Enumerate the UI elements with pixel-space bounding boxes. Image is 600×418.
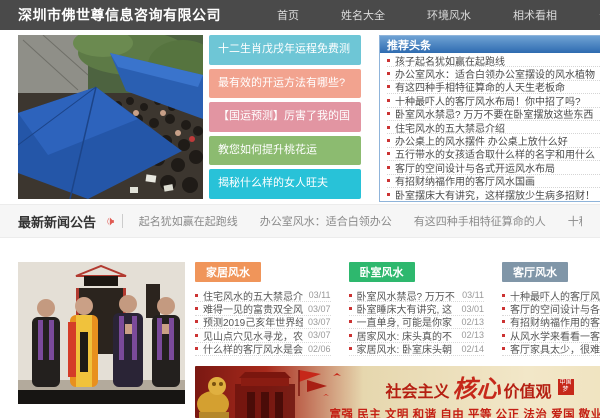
ticker-items: 起名犹如赢在起跑线 办公室风水：适合白领办公 有这四种手相特征算命的人 十种最吓… — [139, 213, 582, 229]
headlines-header: 推荐头条 更多 — [380, 36, 600, 53]
banner-title-core: 核心 — [453, 369, 501, 404]
bullet-icon — [387, 126, 390, 129]
ticker-item[interactable]: 十种最吓人的客厅风水布局 — [568, 213, 582, 229]
bullet-icon — [387, 72, 390, 75]
section-badge-livingroom[interactable]: 客厅风水 — [502, 262, 568, 282]
news-row[interactable]: 有招财纳福作用的客厅风水国画03/01 — [387, 175, 600, 188]
section-item-date: 03/11 — [309, 290, 331, 300]
headlines-title: 推荐头条 — [387, 37, 431, 53]
bullet-icon — [349, 320, 352, 323]
bottom-section: 家居风水 住宅风水的五大禁忌介03/11 难得一见的富贵双全风03/07 预测2… — [0, 262, 600, 418]
bullet-icon — [349, 294, 352, 297]
bullet-icon — [387, 99, 390, 102]
promo-box-list: 十二生肖戊戌年运程免费测 最有效的开运方法有哪些? 【国运预测】厉害了我的国 教… — [209, 35, 361, 199]
category-columns: 家居风水 住宅风水的五大禁忌介03/11 难得一见的富贵双全风03/07 预测2… — [195, 262, 600, 362]
bullet-icon — [195, 334, 198, 337]
bullet-icon — [502, 320, 505, 323]
slideshow-photo[interactable] — [18, 35, 203, 199]
headlines-panel: 推荐头条 更多 孩子起名犹如赢在起跑线03/11 办公室风水：适合白领办公室摆设… — [379, 35, 600, 202]
section-item-date: 02/14 — [461, 344, 484, 354]
bullet-icon — [195, 347, 198, 350]
promo-romance-luck[interactable]: 教您如何提升桃花运 — [209, 136, 361, 166]
nav-item-names[interactable]: 姓名大全 — [341, 7, 385, 23]
section-list: 卧室风水禁忌? 万万不03/11 卧室睡床大有讲究, 这03/01 一直单身, … — [349, 289, 485, 356]
bullet-icon — [387, 193, 390, 196]
promo-zodiac[interactable]: 十二生肖戊戌年运程免费测 — [209, 35, 361, 65]
bullet-icon — [349, 347, 352, 350]
bullet-icon — [195, 294, 198, 297]
section-item-date: 03/07 — [308, 317, 331, 327]
tiananmen-lion-art — [195, 366, 345, 418]
section-row[interactable]: 什么样的客厅风水是会 02/06 — [195, 343, 331, 356]
news-row[interactable]: 卧室摆床大有讲究，这样摆放少生病多招财！03/01 — [387, 188, 600, 201]
section-item-title[interactable]: 家居风水: 卧室床头朝 — [357, 341, 457, 356]
bullet-icon — [387, 152, 390, 155]
bullet-icon — [502, 307, 505, 310]
section-list: 十种最吓人的客厅风水03/11 客厅的空间设计与各式03/03 有招财纳福作用的… — [502, 289, 600, 356]
bullet-icon — [387, 112, 390, 115]
group-photo[interactable] — [18, 262, 185, 404]
crowd-tent-photo — [18, 35, 203, 199]
speaker-icon: 🕩 — [106, 213, 114, 229]
site-title: 深圳市佛世尊信息咨询有限公司 — [18, 5, 221, 25]
ticker-item[interactable]: 有这四种手相特征算命的人 — [414, 213, 546, 229]
bullet-icon — [387, 166, 390, 169]
news-ticker: 最新新闻公告 🕩 起名犹如赢在起跑线 办公室风水：适合白领办公 有这四种手相特征… — [0, 204, 600, 238]
ticker-item[interactable]: 起名犹如赢在起跑线 — [139, 213, 238, 229]
section-item-title[interactable]: 客厅家具太少，很难聚 — [510, 341, 600, 356]
promo-luck-methods[interactable]: 最有效的开运方法有哪些? — [209, 69, 361, 99]
section-home-fengshui: 家居风水 住宅风水的五大禁忌介03/11 难得一见的富贵双全风03/07 预测2… — [195, 262, 331, 362]
section-badge-bedroom[interactable]: 卧室风水 — [349, 262, 415, 282]
bullet-icon — [387, 179, 390, 182]
main-nav: 首页 姓名大全 环境风水 相术看相 公司简介 — [277, 7, 600, 23]
section-item-date: 03/11 — [462, 290, 484, 300]
core-values-banner[interactable]: 社会主义 核心 价值观 中国梦 富强 民主 文明 和谐 自由 平等 公正 法治 … — [195, 366, 600, 418]
section-row[interactable]: 客厅家具太少，很难聚02/08 — [502, 343, 600, 356]
headlines-list: 孩子起名犹如赢在起跑线03/11 办公室风水：适合白领办公室摆设的风水植物03/… — [380, 53, 600, 201]
bullet-icon — [502, 294, 505, 297]
ticker-item[interactable]: 办公室风水：适合白领办公 — [260, 213, 392, 229]
bullet-icon — [349, 334, 352, 337]
section-item-date: 02/13 — [461, 330, 484, 340]
news-title[interactable]: 卧室摆床大有讲究，这样摆放少生病多招财！ — [395, 187, 595, 202]
section-badge-home[interactable]: 家居风水 — [195, 262, 261, 282]
monk-group-photo — [18, 262, 185, 404]
top-content-row: 十二生肖戊戌年运程免费测 最有效的开运方法有哪些? 【国运预测】厉害了我的国 教… — [0, 30, 600, 202]
banner-title: 社会主义 核心 价值观 中国梦 — [330, 369, 600, 404]
top-navbar: 深圳市佛世尊信息咨询有限公司 首页 姓名大全 环境风水 相术看相 公司简介 — [0, 0, 600, 30]
section-bedroom-fengshui: 卧室风水 卧室风水禁忌? 万万不03/11 卧室睡床大有讲究, 这03/01 一… — [349, 262, 485, 362]
china-dream-stamp: 中国梦 — [558, 379, 574, 395]
banner-values: 富强 民主 文明 和谐 自由 平等 公正 法治 爱国 敬业 诚信 友善 — [330, 406, 600, 418]
promo-national-forecast[interactable]: 【国运预测】厉害了我的国 — [209, 102, 361, 132]
nav-item-fengshui[interactable]: 环境风水 — [427, 7, 471, 23]
section-livingroom-fengshui: 客厅风水 十种最吓人的客厅风水03/11 客厅的空间设计与各式03/03 有招财… — [502, 262, 600, 362]
bullet-icon — [387, 139, 390, 142]
section-item-date: 03/07 — [308, 330, 331, 340]
ticker-divider — [122, 214, 123, 228]
bottom-right-area: 家居风水 住宅风水的五大禁忌介03/11 难得一见的富贵双全风03/07 预测2… — [195, 262, 600, 418]
nav-item-home[interactable]: 首页 — [277, 7, 299, 23]
nav-item-palmistry[interactable]: 相术看相 — [513, 7, 557, 23]
section-row[interactable]: 家居风水: 卧室床头朝 02/14 — [349, 343, 485, 356]
section-item-date: 02/06 — [308, 344, 331, 354]
section-item-date: 03/07 — [308, 304, 331, 314]
section-item-date: 02/13 — [461, 317, 484, 327]
news-title[interactable]: 有招财纳福作用的客厅风水国画 — [395, 173, 595, 188]
bullet-icon — [195, 320, 198, 323]
section-item-title[interactable]: 什么样的客厅风水是会 — [203, 341, 303, 356]
banner-title-left: 社会主义 — [386, 378, 450, 402]
bullet-icon — [349, 307, 352, 310]
banner-title-right: 价值观 — [504, 378, 552, 402]
bullet-icon — [195, 307, 198, 310]
section-item-date: 03/01 — [461, 304, 484, 314]
bullet-icon — [387, 59, 390, 62]
ticker-label: 最新新闻公告 — [18, 212, 96, 231]
bullet-icon — [502, 347, 505, 350]
bullet-icon — [387, 85, 390, 88]
banner-text: 社会主义 核心 价值观 中国梦 富强 民主 文明 和谐 自由 平等 公正 法治 … — [330, 369, 600, 418]
section-list: 住宅风水的五大禁忌介03/11 难得一见的富贵双全风03/07 预测2019己亥… — [195, 289, 331, 356]
promo-lucky-wife[interactable]: 揭秘什么样的女人旺夫 — [209, 169, 361, 199]
bullet-icon — [502, 334, 505, 337]
